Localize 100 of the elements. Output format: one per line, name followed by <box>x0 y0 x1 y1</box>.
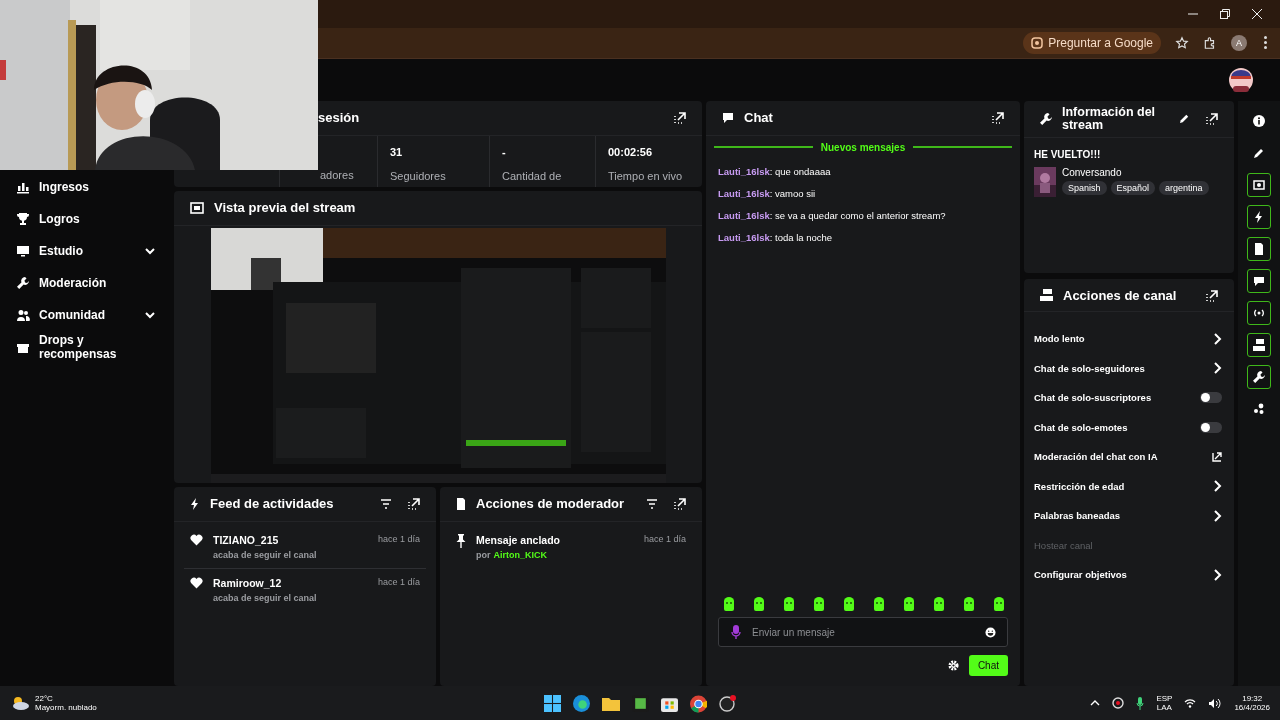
channel-action[interactable]: Modo lento <box>1034 333 1085 345</box>
chat-message: Lauti_16lsk: se va a quedar como el anterior stream? <box>717 208 947 223</box>
volume-icon[interactable] <box>1208 697 1223 709</box>
keyboard-layout-text[interactable]: LAA <box>1156 703 1172 712</box>
bolt-icon[interactable] <box>1247 204 1271 229</box>
recorder-icon[interactable] <box>718 694 737 712</box>
emote-icon[interactable] <box>962 597 976 612</box>
microphone-icon[interactable] <box>731 625 741 640</box>
filter-icon[interactable] <box>380 498 392 509</box>
close-icon[interactable] <box>1252 9 1262 19</box>
sidebar-item[interactable]: Logros <box>0 202 170 235</box>
send-button[interactable]: Chat <box>968 655 1008 677</box>
video-icon <box>190 201 204 214</box>
heart-icon <box>190 576 203 589</box>
tray-app-icon[interactable] <box>1112 697 1125 709</box>
emote-icon[interactable] <box>782 597 796 612</box>
actions-icon[interactable] <box>1247 332 1271 357</box>
filter-icon[interactable] <box>646 498 658 509</box>
emote-icon[interactable] <box>722 597 736 612</box>
panel-title: Feed de actividades <box>210 496 335 512</box>
doc-icon[interactable] <box>1247 236 1271 261</box>
chat-message: Lauti_16lsk: toda la noche <box>717 230 834 245</box>
stat-value: 00:02:56 <box>608 145 654 158</box>
popout-icon[interactable] <box>674 497 686 510</box>
weather-icon[interactable] <box>10 695 30 711</box>
tag[interactable]: Spanish <box>1062 180 1107 195</box>
star-icon[interactable] <box>1175 35 1189 50</box>
emote-icon[interactable] <box>752 597 766 612</box>
chevron-icon <box>1214 509 1222 522</box>
emote-icon[interactable] <box>872 597 886 612</box>
new-messages-divider: Nuevos mensajes <box>820 141 906 153</box>
channel-action[interactable]: Chat de solo-seguidores <box>1034 362 1145 374</box>
popout-icon[interactable] <box>1206 112 1218 125</box>
popout-icon[interactable] <box>408 497 420 510</box>
heart-icon <box>190 533 203 546</box>
stat-label: Seguidores <box>390 169 447 182</box>
clock-date[interactable]: 16/4/2026 <box>1234 703 1270 712</box>
chat-message: Lauti_16lsk: vamoo sii <box>717 186 817 201</box>
sidebar-item[interactable]: Moderación <box>0 266 170 299</box>
emote-icon[interactable] <box>812 597 826 612</box>
external-link-icon[interactable] <box>1212 451 1222 462</box>
user-avatar[interactable] <box>1229 67 1253 92</box>
sidebar-item[interactable]: Drops y recompensas <box>0 330 170 363</box>
channel-action[interactable]: Chat de solo-suscriptores <box>1034 392 1152 404</box>
moderator-name[interactable]: Airton_KICK <box>493 549 547 560</box>
channel-action[interactable]: Palabras baneadas <box>1034 510 1121 522</box>
folder-icon[interactable] <box>601 695 620 711</box>
restore-icon[interactable] <box>1220 9 1230 19</box>
popout-icon[interactable] <box>1206 289 1218 302</box>
activity-text: acaba de seguir el canal <box>213 592 318 603</box>
panel-title: Acciones de moderador <box>476 496 626 512</box>
panel-title: Acciones de canal <box>1063 288 1178 304</box>
toggle-switch[interactable] <box>1200 421 1222 433</box>
by-label: por <box>476 549 491 560</box>
microphone-icon[interactable] <box>1136 696 1145 710</box>
language-text[interactable]: ESP <box>1156 694 1173 703</box>
windows-icon[interactable] <box>543 694 561 712</box>
sidebar-item[interactable]: Ingresos <box>0 170 170 203</box>
channel-action[interactable]: Restricción de edad <box>1034 480 1125 492</box>
sidebar-item[interactable]: Estudio <box>0 234 170 267</box>
profile-avatar[interactable]: A <box>1231 34 1247 51</box>
chat-icon[interactable] <box>1247 268 1271 293</box>
pencil-icon[interactable] <box>1179 113 1190 125</box>
category-name[interactable]: Conversando <box>1062 166 1209 178</box>
chat-icon <box>722 112 734 124</box>
emoji-icon[interactable] <box>985 627 996 639</box>
wrench-icon <box>1040 112 1052 125</box>
toggle-switch[interactable] <box>1200 392 1222 404</box>
channel-action[interactable]: Chat de solo-emotes <box>1034 421 1128 433</box>
chevron-up-icon[interactable] <box>1090 699 1101 707</box>
popout-icon[interactable] <box>992 111 1004 124</box>
channel-action[interactable]: Moderación del chat con IA <box>1034 451 1158 463</box>
popout-icon[interactable] <box>674 111 686 124</box>
extensions-icon[interactable] <box>1203 35 1217 50</box>
stat-label: Cantidad de <box>502 169 563 182</box>
stat-value: - <box>502 145 507 158</box>
panel-title: sesión <box>317 110 361 126</box>
capture-icon[interactable] <box>1247 172 1271 197</box>
stream-title: HE VUELTO!!! <box>1034 148 1102 160</box>
ask-google-button[interactable]: Preguntar a Google <box>1023 31 1161 54</box>
people-icon <box>16 307 30 322</box>
emote-icon[interactable] <box>902 597 916 612</box>
channel-action[interactable]: Configurar objetivos <box>1034 569 1127 581</box>
wifi-icon[interactable] <box>1184 698 1197 708</box>
action-title: Mensaje anclado <box>476 533 561 546</box>
tag[interactable]: argentina <box>1159 180 1209 195</box>
user-name: TIZIANO_215 <box>213 533 279 546</box>
emote-icon[interactable] <box>992 597 1006 612</box>
broadcast-icon[interactable] <box>1247 300 1271 325</box>
emote-icon[interactable] <box>932 597 946 612</box>
emote-icon[interactable] <box>842 597 856 612</box>
stat-label: adores <box>320 168 355 181</box>
time-text: hace 1 día <box>377 576 420 589</box>
settings-icon[interactable] <box>947 660 959 672</box>
wrench-icon[interactable] <box>1247 364 1271 389</box>
tag[interactable]: Español <box>1110 180 1156 195</box>
sidebar-item[interactable]: Comunidad <box>0 298 170 331</box>
message-field[interactable]: Enviar un mensaje <box>718 617 1008 648</box>
browser-icon[interactable] <box>572 694 590 712</box>
clock-time[interactable]: 19:32 <box>1242 694 1263 703</box>
